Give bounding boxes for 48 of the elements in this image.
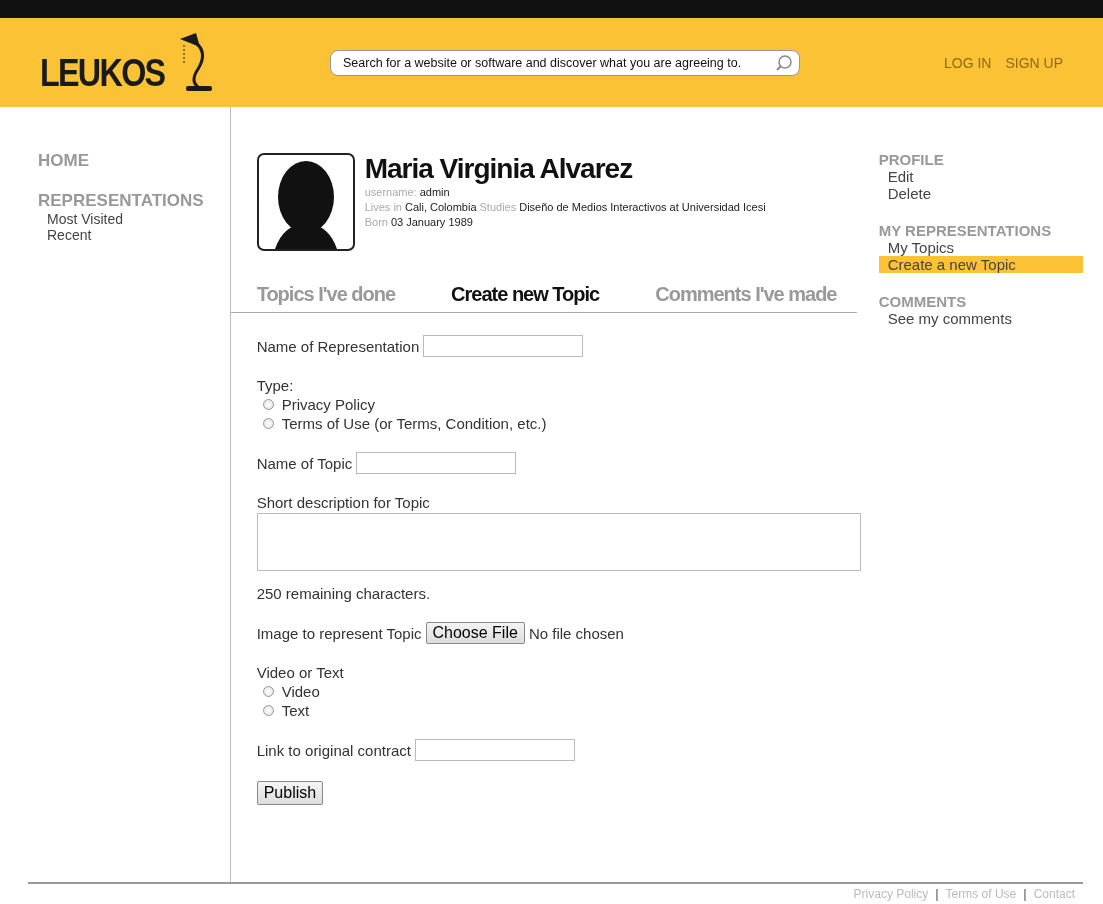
character-count: 250 remaining characters.	[256, 585, 431, 602]
radio-button[interactable]	[262, 399, 274, 410]
separator: |	[934, 887, 940, 901]
field-label: Link to original contract	[256, 741, 411, 759]
detail-label: Lives in	[364, 201, 402, 213]
detail-value: admin	[419, 186, 450, 198]
radio-button[interactable]	[262, 705, 274, 716]
separator: |	[1022, 887, 1028, 901]
detail-value: Diseño de Medios Interactivos at Universidad Icesi	[519, 201, 766, 213]
nav-heading: COMMENTS	[878, 293, 968, 310]
nav-heading: MY REPRESENTATIONS	[878, 222, 1053, 239]
option-label[interactable]: Terms of Use (or Terms, Condition, etc.)	[281, 415, 547, 432]
radio-button[interactable]	[262, 686, 274, 697]
option-label[interactable]: Text	[281, 702, 310, 719]
nav-item[interactable]: Delete	[878, 185, 1083, 202]
profile-name: Maria Virginia Alvarez	[364, 153, 634, 185]
search-field[interactable]: Search for a website or software and discover what you are agreeing to.	[330, 49, 800, 76]
nav-item[interactable]: Recent	[47, 227, 230, 243]
nav-item[interactable]: Most Visited	[47, 211, 230, 227]
detail-value: Cali, Colombia	[404, 201, 477, 213]
field-label: Video or Text	[256, 664, 344, 681]
logo[interactable]: LEUKOS	[40, 51, 165, 95]
nav-item[interactable]: Create a new Topic	[878, 256, 1083, 273]
text-area[interactable]	[256, 513, 861, 571]
detail-label: username:	[364, 186, 417, 198]
detail-label: Studies	[479, 201, 517, 213]
field-label: Type:	[256, 377, 294, 394]
search-icon[interactable]	[775, 53, 793, 72]
choose-file-button[interactable]: Choose File	[425, 622, 525, 644]
nav-item[interactable]: Edit	[878, 168, 1083, 185]
field-label: Name of Representation	[256, 337, 420, 355]
nav-heading: PROFILE	[878, 151, 945, 168]
text-field[interactable]	[356, 452, 517, 474]
option-label[interactable]: Video	[281, 683, 320, 700]
file-status: No file chosen	[528, 624, 624, 642]
field-label: Name of Topic	[256, 454, 353, 472]
tab[interactable]: Create new Topic	[451, 283, 600, 306]
field-label: Image to represent Topic	[256, 624, 422, 642]
field-label: Short description for Topic	[256, 494, 430, 511]
text-field[interactable]	[414, 739, 575, 761]
publish-button[interactable]: Publish	[256, 781, 324, 805]
text-field[interactable]	[423, 335, 584, 357]
detail-value: 03 January 1989	[390, 216, 473, 228]
option-label[interactable]: Privacy Policy	[281, 396, 376, 413]
nav-item[interactable]: My Topics	[878, 239, 1083, 256]
radio-button[interactable]	[262, 418, 274, 429]
detail-label: Born	[364, 216, 388, 228]
nav-item[interactable]: See my comments	[878, 310, 1083, 327]
